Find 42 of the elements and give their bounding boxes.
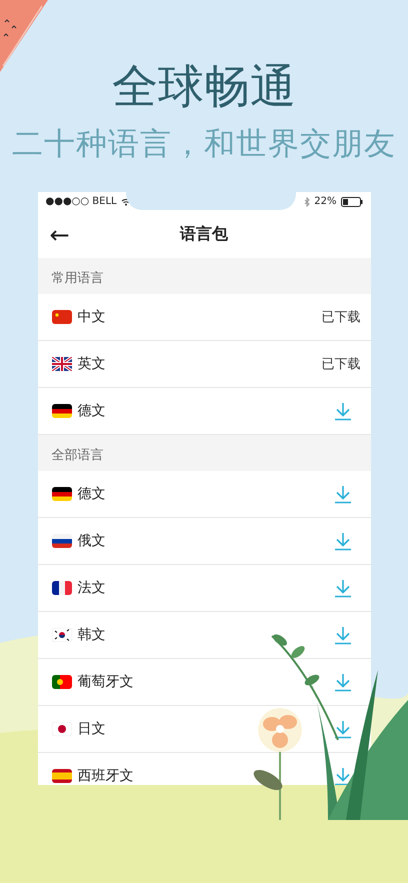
- language-name: 葡萄牙文: [78, 673, 134, 691]
- flag-icon: [52, 722, 72, 736]
- download-icon[interactable]: [332, 719, 352, 739]
- wifi-icon: [120, 198, 131, 206]
- language-name: 英文: [78, 355, 106, 373]
- language-name: 中文: [78, 308, 106, 326]
- flag-icon: [52, 628, 72, 642]
- language-name: 俄文: [78, 532, 106, 550]
- language-name: 日文: [78, 720, 106, 738]
- section-header: 全部语言: [52, 447, 104, 464]
- back-button[interactable]: ←: [46, 220, 74, 248]
- flag-icon: [52, 769, 72, 783]
- download-icon[interactable]: [332, 766, 352, 785]
- download-icon[interactable]: [332, 578, 352, 598]
- download-icon[interactable]: [332, 484, 352, 504]
- language-name: 韩文: [78, 626, 106, 644]
- section-header: 常用语言: [52, 270, 104, 287]
- language-name: 法文: [78, 579, 106, 597]
- battery-percent: 22%: [314, 196, 336, 207]
- page-title: 语言包: [180, 224, 228, 245]
- flag-icon: [52, 357, 72, 371]
- subtitle: 二十种语言，和世界交朋友: [12, 125, 396, 164]
- language-name: 德文: [78, 402, 106, 420]
- flag-icon: [52, 487, 72, 501]
- status-label: 已下载: [322, 309, 360, 326]
- language-name: 西班牙文: [78, 767, 134, 785]
- download-icon[interactable]: [332, 401, 352, 421]
- corner-decoration-drawing: [0, 0, 50, 72]
- status-label: 已下载: [322, 356, 360, 373]
- flag-icon: [52, 675, 72, 689]
- download-icon[interactable]: [332, 625, 352, 645]
- flag-icon: [52, 581, 72, 595]
- battery-icon: [340, 196, 362, 206]
- carrier-label: ●●●○○ BELL: [46, 196, 117, 207]
- flag-icon: [52, 534, 72, 548]
- language-name: 德文: [78, 485, 106, 503]
- download-icon[interactable]: [332, 531, 352, 551]
- flag-icon: [52, 404, 72, 418]
- bluetooth-icon: [304, 196, 310, 206]
- download-icon[interactable]: [332, 672, 352, 692]
- headline: 全球畅通: [112, 58, 296, 114]
- flag-icon: [52, 310, 72, 324]
